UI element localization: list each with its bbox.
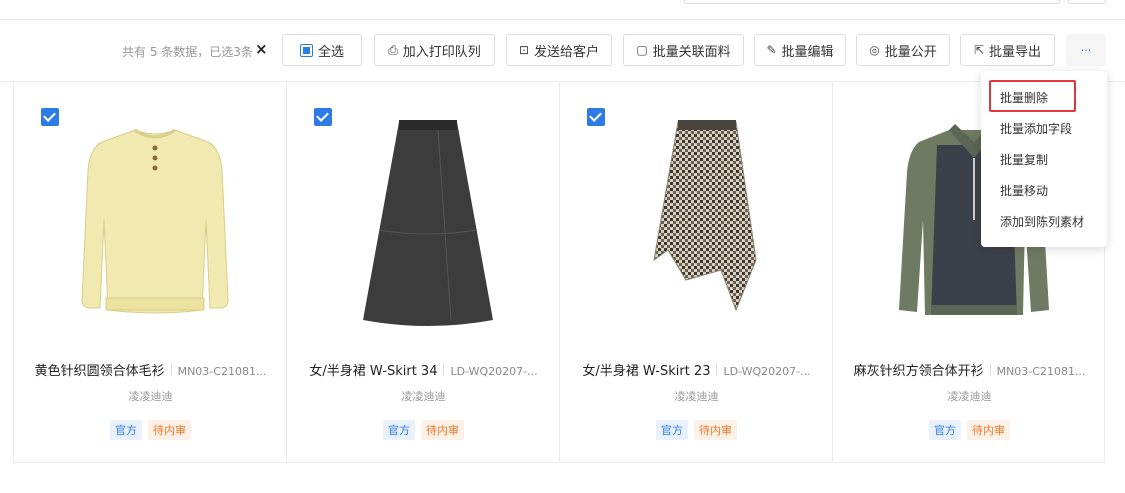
- send-icon: ⊡: [518, 43, 530, 57]
- select-all-label: 全选: [317, 44, 344, 60]
- garment-image-sweater: [81, 128, 229, 314]
- product-card[interactable]: 黄色针织圆领合体毛衫 MN03-C21081... 凌凌迪迪 官方 待内审: [13, 82, 286, 463]
- batch-link-fabric-label: 批量关联面料: [652, 44, 731, 60]
- card-checkbox[interactable]: [587, 108, 605, 126]
- batch-public-button[interactable]: ◎ 批量公开: [856, 34, 950, 66]
- tag-official: 官方: [383, 420, 415, 440]
- top-strip: [0, 0, 1125, 20]
- tag-pending-review: 待内审: [694, 420, 737, 440]
- card-owner: 凌凌迪迪: [401, 390, 446, 403]
- batch-toolbar: 共有 5 条数据，已选3条 × 全选 ⎙ 加入打印队列 ⊡ 发送给客户 ▢ 批量…: [0, 20, 1125, 82]
- title-divider: [443, 364, 445, 376]
- card-owner: 凌凌迪迪: [128, 390, 173, 403]
- pencil-icon: ✎: [766, 43, 777, 57]
- card-title-row: 女/半身裙 W-Skirt 34 LD-WQ20207-...: [287, 360, 560, 379]
- garment-image-skirt-black: [363, 120, 493, 326]
- batch-export-button[interactable]: ⇱ 批量导出: [960, 34, 1055, 66]
- eye-icon: ◎: [869, 43, 880, 57]
- title-divider: [716, 364, 718, 376]
- card-name: 麻灰针织方领合体开衫: [853, 364, 984, 379]
- product-card[interactable]: 女/半身裙 W-Skirt 23 LD-WQ20207-... 凌凌迪迪 官方 待…: [559, 82, 832, 463]
- more-actions-menu: 批量删除 批量添加字段 批量复制 批量移动 添加到陈列素材: [981, 71, 1107, 247]
- add-print-queue-label: 加入打印队列: [402, 44, 481, 60]
- tag-official: 官方: [656, 420, 688, 440]
- tag-pending-review: 待内审: [148, 420, 191, 440]
- more-actions-button[interactable]: ···: [1066, 34, 1106, 66]
- card-checkbox[interactable]: [41, 108, 59, 126]
- menu-item-batch-add-field[interactable]: 批量添加字段: [1000, 120, 1072, 137]
- card-title-row: 黄色针织圆领合体毛衫 MN03-C21081...: [14, 360, 287, 379]
- card-code: MN03-C21081...: [996, 365, 1086, 378]
- title-divider: [989, 364, 991, 376]
- tag-official: 官方: [110, 420, 142, 440]
- card-name: 女/半身裙 W-Skirt 34: [309, 364, 438, 379]
- tag-official: 官方: [929, 420, 961, 440]
- link-icon: ▢: [636, 43, 648, 57]
- select-all-checkbox-icon: [299, 43, 313, 57]
- card-owner: 凌凌迪迪: [674, 390, 719, 403]
- search-input[interactable]: [684, 0, 1060, 4]
- card-owner: 凌凌迪迪: [947, 390, 992, 403]
- printer-icon: ⎙: [388, 42, 398, 57]
- card-name: 女/半身裙 W-Skirt 23: [582, 364, 711, 379]
- menu-item-add-to-display[interactable]: 添加到陈列素材: [1000, 213, 1084, 230]
- title-divider: [170, 364, 172, 376]
- garment-image-skirt-plaid: [653, 120, 757, 312]
- product-card[interactable]: 女/半身裙 W-Skirt 34 LD-WQ20207-... 凌凌迪迪 官方 待…: [286, 82, 559, 463]
- batch-edit-label: 批量编辑: [781, 44, 834, 60]
- view-toggle[interactable]: [1068, 0, 1106, 4]
- menu-item-batch-delete[interactable]: 批量删除: [1000, 89, 1048, 106]
- add-print-queue-button[interactable]: ⎙ 加入打印队列: [374, 34, 495, 66]
- more-dots-icon: ···: [1080, 43, 1092, 57]
- tag-pending-review: 待内审: [967, 420, 1010, 440]
- menu-item-batch-copy[interactable]: 批量复制: [1000, 151, 1048, 168]
- card-name: 黄色针织圆领合体毛衫: [34, 364, 165, 379]
- send-to-customer-button[interactable]: ⊡ 发送给客户: [506, 34, 612, 66]
- selection-count-text: 共有 5 条数据，已选3条: [122, 45, 253, 59]
- batch-link-fabric-button[interactable]: ▢ 批量关联面料: [623, 34, 744, 66]
- send-to-customer-label: 发送给客户: [534, 44, 600, 60]
- batch-export-label: 批量导出: [989, 44, 1042, 60]
- batch-public-label: 批量公开: [884, 44, 937, 60]
- card-checkbox[interactable]: [314, 108, 332, 126]
- card-code: LD-WQ20207-...: [723, 365, 811, 378]
- tag-pending-review: 待内审: [421, 420, 464, 440]
- card-code: MN03-C21081...: [177, 365, 267, 378]
- card-title-row: 女/半身裙 W-Skirt 23 LD-WQ20207-...: [560, 360, 833, 379]
- select-all-button[interactable]: 全选: [282, 34, 362, 66]
- menu-item-batch-move[interactable]: 批量移动: [1000, 182, 1048, 199]
- batch-edit-button[interactable]: ✎ 批量编辑: [754, 34, 846, 66]
- clear-selection-icon[interactable]: ×: [255, 40, 268, 58]
- card-title-row: 麻灰针织方领合体开衫 MN03-C21081...: [833, 360, 1106, 379]
- card-code: LD-WQ20207-...: [450, 365, 538, 378]
- export-icon: ⇱: [973, 43, 985, 57]
